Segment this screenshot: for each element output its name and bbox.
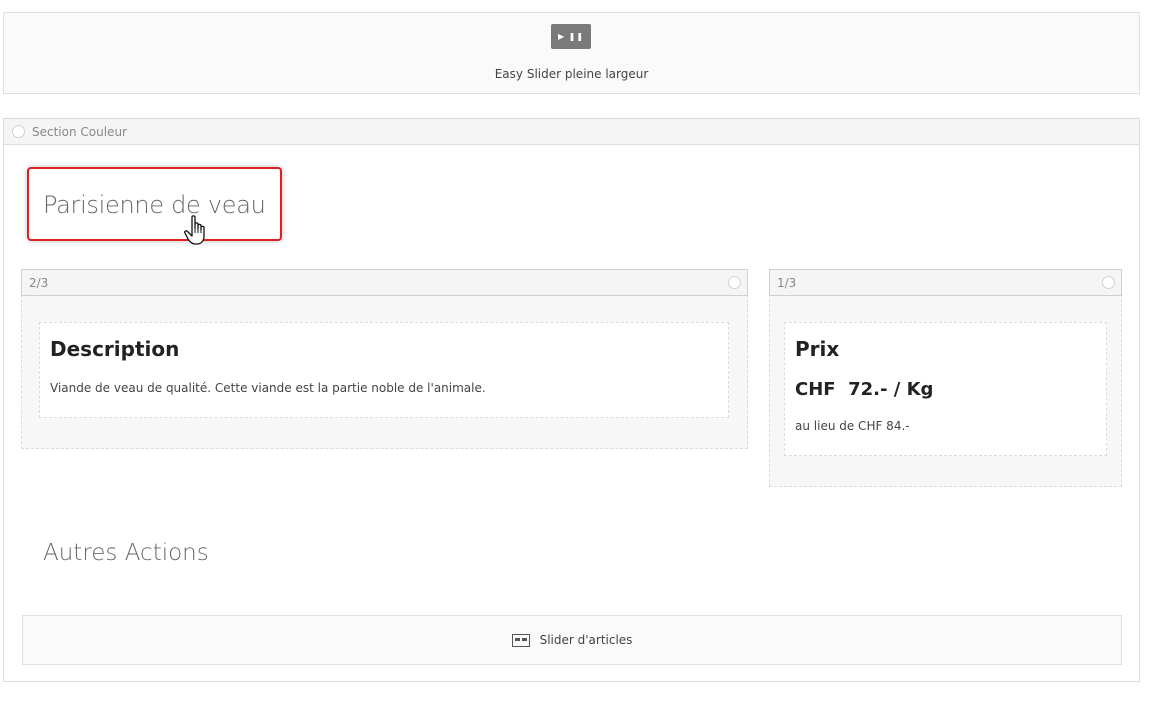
price-value: CHF 72.- / Kg — [795, 379, 934, 400]
column-toggle-icon[interactable] — [728, 276, 741, 289]
section-couleur[interactable]: Section Couleur Parisienne de veau 2/3 D… — [3, 118, 1140, 682]
play-pause-icon: ▶ ❚❚ — [551, 24, 591, 49]
title-highlight-box[interactable]: Parisienne de veau — [27, 167, 282, 241]
page-title[interactable]: Parisienne de veau — [43, 191, 266, 219]
price-block[interactable]: Prix CHF 72.- / Kg au lieu de CHF 84.- — [784, 322, 1107, 456]
hand-cursor-icon — [184, 215, 205, 245]
old-price-text: au lieu de CHF 84.- — [795, 419, 910, 433]
layout-icon — [511, 633, 530, 647]
description-text: Viande de veau de qualité. Cette viande … — [50, 381, 486, 395]
column-toggle-icon[interactable] — [1102, 276, 1115, 289]
column-width-label: 2/3 — [29, 275, 49, 290]
column-header[interactable]: 2/3 — [21, 269, 748, 296]
column-header[interactable]: 1/3 — [769, 269, 1122, 296]
slider-articles-label: Slider d'articles — [539, 633, 633, 647]
easy-slider-label: Easy Slider pleine largeur — [494, 67, 649, 81]
section-header[interactable]: Section Couleur — [4, 119, 1139, 145]
section-label: Section Couleur — [32, 124, 127, 139]
description-heading: Description — [50, 337, 180, 361]
column-width-label: 1/3 — [777, 275, 797, 290]
section-toggle-icon[interactable] — [12, 125, 25, 138]
price-heading: Prix — [795, 337, 840, 361]
slider-articles-module[interactable]: Slider d'articles — [22, 615, 1122, 665]
description-block[interactable]: Description Viande de veau de qualité. C… — [39, 322, 729, 418]
autres-actions-heading[interactable]: Autres Actions — [43, 540, 209, 566]
easy-slider-module[interactable]: ▶ ❚❚ Easy Slider pleine largeur — [3, 12, 1140, 94]
column-one-third[interactable]: 1/3 Prix CHF 72.- / Kg au lieu de CHF 84… — [769, 269, 1122, 487]
column-two-thirds[interactable]: 2/3 Description Viande de veau de qualit… — [21, 269, 748, 449]
